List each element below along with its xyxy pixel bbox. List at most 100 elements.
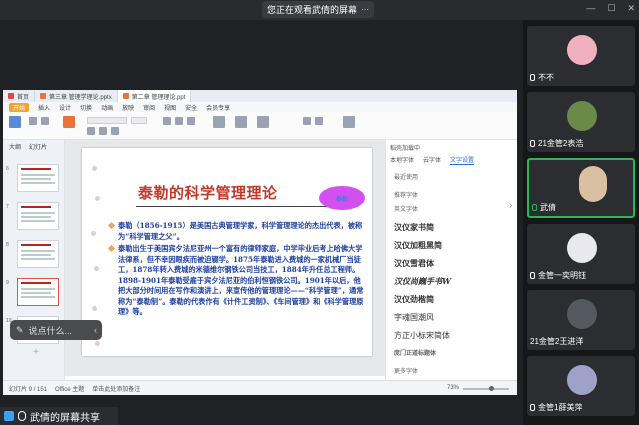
replace-icon[interactable] [315, 117, 323, 125]
mic-off-icon [530, 404, 535, 411]
menu-view[interactable]: 视图 [164, 103, 176, 112]
collapse-icon[interactable]: ‹ [94, 325, 97, 335]
bullet-text: 泰勒（1856-1915）是美国古典管理学家，科学管理理论的杰出代表，被称为“科… [118, 221, 363, 241]
cut-icon[interactable] [29, 117, 37, 125]
more-fonts-link[interactable]: 更多字体 [394, 366, 418, 375]
minimize-icon[interactable]: — [586, 3, 595, 14]
underline-icon[interactable] [111, 127, 119, 135]
font-option[interactable]: 汉仪雪君体 [394, 258, 434, 269]
add-slide-icon[interactable]: + [33, 347, 39, 358]
avatar [567, 233, 597, 263]
participant-tile[interactable]: 21金管2王进洋 [527, 290, 635, 350]
zoom-slider[interactable] [463, 386, 509, 391]
close-window-icon[interactable]: ✕ [627, 3, 635, 14]
collapse-sidebar-icon[interactable]: › [509, 200, 512, 211]
menu-bar: 开始 插入 设计 切换 动画 放映 审阅 视图 安全 会员专享 [3, 102, 517, 112]
font-size-select[interactable] [131, 117, 147, 124]
font-option[interactable]: 汉仪加粗黑简 [394, 240, 442, 251]
select-icon[interactable] [343, 116, 355, 128]
menu-insert[interactable]: 插入 [38, 103, 50, 112]
panel-tabs: 本地字体 云字体 文字设置 [390, 155, 475, 165]
mic-off-icon [530, 272, 535, 279]
bold-icon[interactable] [87, 127, 95, 135]
chat-input-toast[interactable]: ✎ 说点什么... ‹ [10, 320, 102, 340]
tab-outline[interactable]: 大纲 [9, 142, 21, 151]
font-option[interactable]: 字魂国潮风 [394, 312, 434, 323]
participant-name: 武倩 [532, 202, 556, 213]
thumb-number: 9 [6, 280, 9, 286]
new-slide-icon[interactable] [63, 116, 75, 128]
name-badge[interactable]: 泰勒 [319, 186, 365, 210]
slide-thumbnail[interactable] [17, 202, 59, 230]
slide-thumbnail[interactable] [17, 164, 59, 192]
tab-local-fonts[interactable]: 本地字体 [390, 155, 414, 165]
ribbon-toolbar [3, 112, 517, 140]
font-option[interactable]: 汉仪尚巍手书W [394, 276, 451, 287]
zoom-slider-knob[interactable] [489, 386, 494, 391]
align-center-icon[interactable] [175, 117, 183, 125]
share-notice-text: 您正在观看武倩的屏幕 [266, 5, 357, 15]
menu-transition[interactable]: 切换 [80, 103, 92, 112]
zoom-level[interactable]: 73% [447, 385, 459, 391]
participant-name: 不不 [530, 72, 554, 83]
tab-document-2[interactable]: 第二章 管理理论.ppt [117, 90, 192, 102]
participant-tile[interactable]: 21金管2表浩 [527, 92, 635, 152]
textbox-icon[interactable] [213, 116, 225, 128]
shapes-icon[interactable] [235, 116, 247, 128]
presentation-app-window: 首页 第三章 管理学理论.pptx 第二章 管理理论.ppt 开始 插入 设计 … [3, 90, 517, 395]
bullet-diamond-icon [107, 244, 116, 253]
participant-list: 不不 21金管2表浩 武倩 金管一奕明钰 21金管2王进洋 金管1薛美萍 [523, 20, 639, 425]
mic-off-icon [530, 140, 535, 147]
menu-slideshow[interactable]: 放映 [122, 103, 134, 112]
tab-home[interactable]: 首页 [3, 90, 36, 102]
shared-screen: 首页 第三章 管理学理论.pptx 第二章 管理理论.ppt 开始 插入 设计 … [0, 20, 523, 425]
font-option[interactable]: 汉仪家书简 [394, 222, 434, 233]
slide-thumbnail-selected[interactable] [17, 278, 59, 306]
tab-slides[interactable]: 幻灯片 [29, 142, 47, 151]
arrange-icon[interactable] [257, 116, 269, 128]
more-options-icon[interactable]: ⋯ [361, 5, 369, 14]
avatar [567, 101, 597, 131]
mic-off-icon [530, 74, 535, 81]
align-right-icon[interactable] [187, 117, 195, 125]
participant-tile[interactable]: 金管1薛美萍 [527, 356, 635, 416]
paste-icon[interactable] [9, 116, 21, 128]
share-notice-pill[interactable]: 您正在观看武倩的屏幕 ⋯ [262, 1, 374, 18]
notes-placeholder[interactable]: 单击此处添加备注 [92, 384, 140, 393]
copy-icon[interactable] [41, 117, 49, 125]
font-option[interactable]: 庞门正道标题体 [394, 348, 436, 357]
bullet-diamond-icon [107, 221, 116, 230]
italic-icon[interactable] [99, 127, 107, 135]
menu-design[interactable]: 设计 [59, 103, 71, 112]
slide-body[interactable]: 泰勒（1856-1915）是美国古典管理学家，科学管理理论的杰出代表，被称为“科… [107, 221, 364, 320]
menu-start[interactable]: 开始 [9, 102, 30, 112]
slide[interactable]: 泰勒的科学管理理论 泰勒 泰勒（1856-1915）是美国古典管理学家，科学管理… [82, 148, 372, 356]
slide-title[interactable]: 泰勒的科学管理理论 [138, 182, 278, 203]
font-option[interactable]: 汉仪劲楷简 [394, 294, 434, 305]
tab-document-1[interactable]: 第三章 管理学理论.pptx [35, 90, 118, 102]
slide-thumbnail-panel: 大纲 幻灯片 6 7 8 9 10 [3, 140, 65, 380]
font-name-select[interactable] [87, 117, 127, 124]
find-icon[interactable] [303, 117, 311, 125]
maximize-icon[interactable]: ☐ [607, 3, 615, 14]
tab-label: 第二章 管理理论.ppt [131, 94, 186, 101]
menu-member[interactable]: 会员专享 [206, 103, 230, 112]
wps-logo-icon [8, 93, 14, 99]
slide-thumbnail[interactable] [17, 240, 59, 268]
section-recent[interactable]: 最近使用 [394, 172, 418, 181]
align-left-icon[interactable] [163, 117, 171, 125]
ppt-file-icon [40, 93, 47, 99]
participant-tile[interactable]: 不不 [527, 26, 635, 86]
tab-text-settings[interactable]: 文字设置 [450, 155, 475, 165]
menu-review[interactable]: 审阅 [143, 103, 155, 112]
participant-tile-speaking[interactable]: 武倩 [527, 158, 635, 218]
menu-animation[interactable]: 动画 [101, 103, 113, 112]
participant-tile[interactable]: 金管一奕明钰 [527, 224, 635, 284]
font-option[interactable]: 方正小标宋简体 [394, 330, 450, 341]
window-controls: — ☐ ✕ [586, 3, 635, 14]
menu-security[interactable]: 安全 [185, 103, 197, 112]
section-recommended[interactable]: 推荐字体 [394, 190, 418, 199]
screen-share-label: 武倩的屏幕共享 [0, 407, 118, 425]
section-english[interactable]: 英文字体 [394, 204, 418, 213]
tab-cloud-fonts[interactable]: 云字体 [423, 155, 441, 165]
